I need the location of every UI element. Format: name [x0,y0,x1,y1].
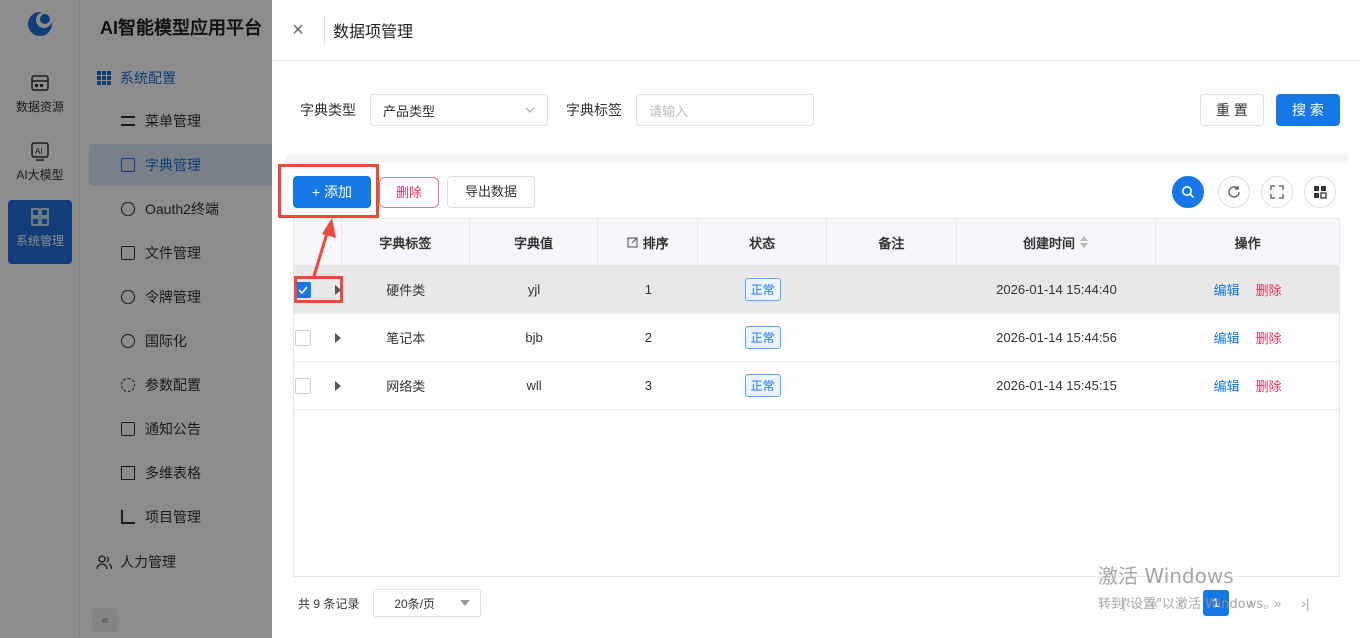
delete-link[interactable]: 删除 [1256,328,1282,347]
filter-bar: 字典类型 产品类型 字典标签 请输入 [300,94,814,126]
status-badge: 正常 [744,326,781,349]
row-checkbox[interactable] [294,377,311,394]
column-header-label: 创建时间 [1023,235,1076,251]
table-row[interactable]: 网络类 wll 3 正常 2026-01-14 15:45:15 编辑 删除 [294,362,1339,410]
refresh-button[interactable] [1218,176,1250,208]
drawer-header: × 数据项管理 [272,0,1360,61]
cell-label: 网络类 [386,379,426,394]
row-checkbox-cell [294,314,342,361]
cell-created: 2026-01-14 15:44:40 [996,282,1117,297]
column-header: 操作 [1234,235,1261,251]
table-header: 字典标签 字典值 排序 状态 备注 创建时间 操作 [294,219,1339,266]
toggle-search-button[interactable] [1172,176,1204,208]
cell-label: 硬件类 [386,283,426,298]
status-badge: 正常 [744,278,781,301]
cell-sort: 1 [644,282,652,297]
column-header: 字典标签 [342,219,470,265]
delete-link[interactable]: 删除 [1256,280,1282,299]
dict-tag-input[interactable]: 请输入 [636,94,814,126]
data-table: 字典标签 字典值 排序 状态 备注 创建时间 操作 硬件类 yjl 1 正常 2… [293,218,1340,577]
watermark-subtitle: 转到"设置"以激活 Windows。 [1098,597,1277,612]
page-size-value: 20条/页 [394,596,436,611]
close-icon[interactable]: × [272,19,324,42]
dict-tag-label: 字典标签 [566,102,622,118]
page-size-select[interactable]: 20条/页 [373,589,482,617]
cell-actions: 编辑 删除 [1156,314,1339,361]
row-checkbox[interactable] [294,329,311,346]
annotation-arrow-icon [312,218,336,277]
header-divider [324,16,325,44]
reset-button[interactable]: 重 置 [1200,94,1264,126]
column-header: 字典值 [470,219,599,265]
table-row[interactable]: 硬件类 yjl 1 正常 2026-01-14 15:44:40 编辑 删除 [294,266,1339,314]
row-checkbox-cell [294,362,342,409]
cell-created: 2026-01-14 15:44:56 [996,330,1117,345]
search-icon [1182,186,1195,199]
edit-link[interactable]: 编辑 [1214,376,1240,395]
cell-remark [827,362,957,409]
highlight-checkbox-box [294,276,343,303]
section-divider [286,155,1348,163]
expand-caret-icon[interactable] [334,380,341,391]
search-button[interactable]: 搜 索 [1276,94,1340,126]
dict-type-value: 产品类型 [383,103,436,119]
dict-type-label: 字典类型 [300,102,356,118]
cell-remark [827,266,957,313]
cell-status: 正常 [698,314,827,361]
edit-link[interactable]: 编辑 [1214,328,1240,347]
status-badge: 正常 [744,374,781,397]
export-button[interactable]: 导出数据 [447,176,535,208]
cell-sort: 2 [644,330,652,345]
edit-icon [627,237,638,248]
fullscreen-icon [1270,185,1284,199]
drawer-title: 数据项管理 [333,24,414,41]
column-header-created[interactable]: 创建时间 [957,219,1157,265]
delete-button[interactable]: 删除 [379,177,439,208]
expand-caret-icon[interactable] [334,332,341,343]
column-header: 备注 [827,219,957,265]
highlight-add-box [278,164,379,218]
dict-type-select[interactable]: 产品类型 [370,94,548,126]
column-settings-button[interactable] [1304,176,1336,208]
cell-value: bjb [525,330,543,345]
columns-icon [1314,186,1327,199]
cell-value: wll [526,378,542,393]
cell-sort: 3 [644,378,652,393]
table-row[interactable]: 笔记本 bjb 2 正常 2026-01-14 15:44:56 编辑 删除 [294,314,1339,362]
edit-link[interactable]: 编辑 [1214,280,1240,299]
column-header: 状态 [698,219,827,265]
column-header-label: 排序 [642,235,669,251]
chevron-down-icon [525,107,535,113]
total-records: 共 9 条记录 [298,596,360,611]
cell-remark [827,314,957,361]
modal-overlay[interactable] [0,0,272,638]
refresh-icon [1228,186,1240,198]
pagination-left: 共 9 条记录 20条/页 [298,589,482,617]
column-header-sort: 排序 [598,219,699,265]
cell-value: yjl [527,282,541,297]
cell-label: 笔记本 [386,331,426,346]
drawer-panel: × 数据项管理 字典类型 产品类型 字典标签 请输入 重 置 搜 索 + 添加 … [272,0,1360,638]
cell-status: 正常 [698,362,827,409]
sort-icon[interactable] [1079,235,1089,249]
last-page-icon[interactable]: ›| [1301,595,1309,611]
cell-actions: 编辑 删除 [1156,362,1339,409]
cell-created: 2026-01-14 15:45:15 [996,378,1117,393]
watermark-title: 激活 Windows [1098,564,1234,588]
fullscreen-button[interactable] [1261,176,1293,208]
caret-down-icon [460,600,471,606]
windows-activation-watermark: 激活 Windows 转到"设置"以激活 Windows。 [1098,560,1276,612]
delete-link[interactable]: 删除 [1256,376,1282,395]
cell-status: 正常 [698,266,827,313]
cell-actions: 编辑 删除 [1156,266,1339,313]
